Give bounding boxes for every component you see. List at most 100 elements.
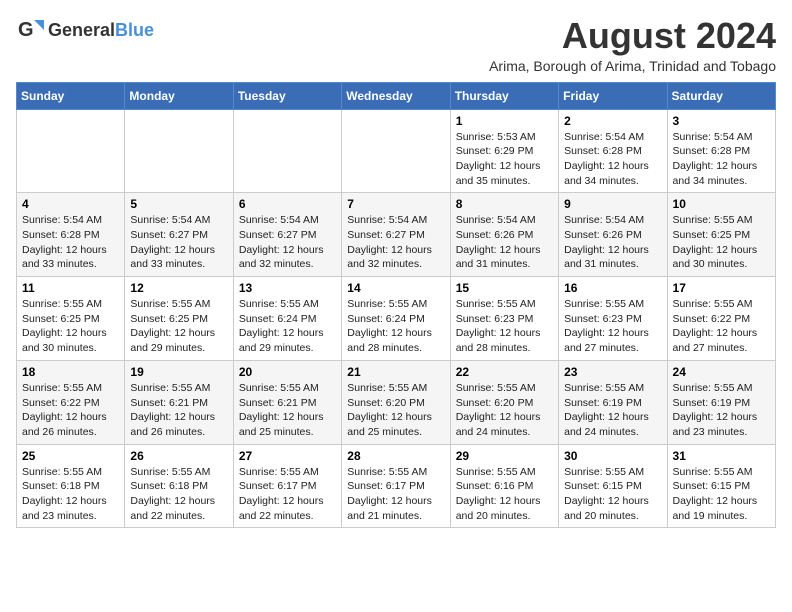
day-content: Sunrise: 5:54 AM Sunset: 6:26 PM Dayligh… <box>456 213 553 272</box>
day-number: 2 <box>564 114 661 128</box>
calendar-cell: 24Sunrise: 5:55 AM Sunset: 6:19 PM Dayli… <box>667 360 775 444</box>
calendar-cell <box>342 109 450 193</box>
day-number: 13 <box>239 281 336 295</box>
title-section: August 2024 Arima, Borough of Arima, Tri… <box>489 16 776 74</box>
day-content: Sunrise: 5:54 AM Sunset: 6:28 PM Dayligh… <box>673 130 770 189</box>
svg-text:G: G <box>18 19 34 41</box>
day-of-week-header: Saturday <box>667 82 775 109</box>
day-content: Sunrise: 5:54 AM Sunset: 6:27 PM Dayligh… <box>347 213 444 272</box>
calendar-cell: 19 Sunrise: 5:55 AM Sunset: 6:21 PM Dayli… <box>125 360 233 444</box>
day-content: Sunrise: 5:55 AM Sunset: 6:15 PM Dayligh… <box>564 465 661 524</box>
day-number: 31 <box>673 449 770 463</box>
day-content: Sunrise: 5:55 AM Sunset: 6:19 PM Dayligh… <box>564 381 661 440</box>
calendar-cell: 7 Sunrise: 5:54 AM Sunset: 6:27 PM Daylig… <box>342 193 450 277</box>
calendar-cell: 4Sunrise: 5:54 AM Sunset: 6:28 PM Daylig… <box>17 193 125 277</box>
calendar-week-row: 11 Sunrise: 5:55 AM Sunset: 6:25 PM Dayli… <box>17 277 776 361</box>
calendar-cell <box>233 109 341 193</box>
calendar-cell: 11 Sunrise: 5:55 AM Sunset: 6:25 PM Dayli… <box>17 277 125 361</box>
logo: G GeneralBlue <box>16 16 154 44</box>
calendar-cell: 26Sunrise: 5:55 AM Sunset: 6:18 PM Dayli… <box>125 444 233 528</box>
calendar-cell <box>17 109 125 193</box>
subtitle: Arima, Borough of Arima, Trinidad and To… <box>489 58 776 74</box>
day-content: Sunrise: 5:55 AM Sunset: 6:20 PM Dayligh… <box>456 381 553 440</box>
day-number: 27 <box>239 449 336 463</box>
day-number: 14 <box>347 281 444 295</box>
day-of-week-header: Sunday <box>17 82 125 109</box>
calendar-cell: 3Sunrise: 5:54 AM Sunset: 6:28 PM Daylig… <box>667 109 775 193</box>
calendar-cell: 14 Sunrise: 5:55 AM Sunset: 6:24 PM Dayli… <box>342 277 450 361</box>
day-number: 25 <box>22 449 119 463</box>
day-number: 8 <box>456 197 553 211</box>
day-number: 17 <box>673 281 770 295</box>
calendar-cell: 27Sunrise: 5:55 AM Sunset: 6:17 PM Dayli… <box>233 444 341 528</box>
calendar-cell: 15 Sunrise: 5:55 AM Sunset: 6:23 PM Dayli… <box>450 277 558 361</box>
calendar-week-row: 18 Sunrise: 5:55 AM Sunset: 6:22 PM Dayli… <box>17 360 776 444</box>
day-number: 28 <box>347 449 444 463</box>
calendar-cell: 30 Sunrise: 5:55 AM Sunset: 6:15 PM Dayli… <box>559 444 667 528</box>
day-content: Sunrise: 5:55 AM Sunset: 6:21 PM Dayligh… <box>239 381 336 440</box>
day-number: 22 <box>456 365 553 379</box>
calendar-cell: 13 Sunrise: 5:55 AM Sunset: 6:24 PM Dayli… <box>233 277 341 361</box>
day-content: Sunrise: 5:55 AM Sunset: 6:15 PM Dayligh… <box>673 465 770 524</box>
calendar-cell: 20 Sunrise: 5:55 AM Sunset: 6:21 PM Dayli… <box>233 360 341 444</box>
logo-general: General <box>48 20 115 40</box>
calendar-week-row: 1 Sunrise: 5:53 AM Sunset: 6:29 PM Daylig… <box>17 109 776 193</box>
day-content: Sunrise: 5:55 AM Sunset: 6:16 PM Dayligh… <box>456 465 553 524</box>
day-content: Sunrise: 5:55 AM Sunset: 6:24 PM Dayligh… <box>239 297 336 356</box>
day-content: Sunrise: 5:55 AM Sunset: 6:23 PM Dayligh… <box>564 297 661 356</box>
day-number: 30 <box>564 449 661 463</box>
day-content: Sunrise: 5:55 AM Sunset: 6:23 PM Dayligh… <box>456 297 553 356</box>
day-number: 21 <box>347 365 444 379</box>
day-number: 7 <box>347 197 444 211</box>
day-number: 12 <box>130 281 227 295</box>
calendar-cell: 17 Sunrise: 5:55 AM Sunset: 6:22 PM Dayli… <box>667 277 775 361</box>
day-number: 11 <box>22 281 119 295</box>
day-content: Sunrise: 5:55 AM Sunset: 6:18 PM Dayligh… <box>130 465 227 524</box>
calendar-cell <box>125 109 233 193</box>
logo-icon: G <box>16 16 44 44</box>
calendar-cell: 22 Sunrise: 5:55 AM Sunset: 6:20 PM Dayli… <box>450 360 558 444</box>
calendar-cell: 9 Sunrise: 5:54 AM Sunset: 6:26 PM Daylig… <box>559 193 667 277</box>
calendar-cell: 8 Sunrise: 5:54 AM Sunset: 6:26 PM Daylig… <box>450 193 558 277</box>
calendar-cell: 31 Sunrise: 5:55 AM Sunset: 6:15 PM Dayli… <box>667 444 775 528</box>
day-of-week-header: Tuesday <box>233 82 341 109</box>
day-content: Sunrise: 5:55 AM Sunset: 6:25 PM Dayligh… <box>673 213 770 272</box>
calendar-cell: 16 Sunrise: 5:55 AM Sunset: 6:23 PM Dayli… <box>559 277 667 361</box>
calendar-cell: 2Sunrise: 5:54 AM Sunset: 6:28 PM Daylig… <box>559 109 667 193</box>
calendar-cell: 21 Sunrise: 5:55 AM Sunset: 6:20 PM Dayli… <box>342 360 450 444</box>
calendar-cell: 18 Sunrise: 5:55 AM Sunset: 6:22 PM Dayli… <box>17 360 125 444</box>
day-number: 1 <box>456 114 553 128</box>
day-number: 19 <box>130 365 227 379</box>
main-title: August 2024 <box>489 16 776 56</box>
day-of-week-header: Monday <box>125 82 233 109</box>
day-number: 18 <box>22 365 119 379</box>
day-content: Sunrise: 5:55 AM Sunset: 6:22 PM Dayligh… <box>673 297 770 356</box>
day-of-week-header: Wednesday <box>342 82 450 109</box>
day-number: 16 <box>564 281 661 295</box>
day-content: Sunrise: 5:55 AM Sunset: 6:18 PM Dayligh… <box>22 465 119 524</box>
day-number: 20 <box>239 365 336 379</box>
day-content: Sunrise: 5:55 AM Sunset: 6:25 PM Dayligh… <box>22 297 119 356</box>
day-content: Sunrise: 5:54 AM Sunset: 6:27 PM Dayligh… <box>130 213 227 272</box>
day-number: 6 <box>239 197 336 211</box>
day-number: 9 <box>564 197 661 211</box>
calendar-week-row: 4Sunrise: 5:54 AM Sunset: 6:28 PM Daylig… <box>17 193 776 277</box>
day-content: Sunrise: 5:55 AM Sunset: 6:20 PM Dayligh… <box>347 381 444 440</box>
day-number: 29 <box>456 449 553 463</box>
day-content: Sunrise: 5:53 AM Sunset: 6:29 PM Dayligh… <box>456 130 553 189</box>
calendar-cell: 25 Sunrise: 5:55 AM Sunset: 6:18 PM Dayli… <box>17 444 125 528</box>
day-number: 15 <box>456 281 553 295</box>
day-content: Sunrise: 5:55 AM Sunset: 6:17 PM Dayligh… <box>347 465 444 524</box>
day-content: Sunrise: 5:55 AM Sunset: 6:22 PM Dayligh… <box>22 381 119 440</box>
day-of-week-header: Thursday <box>450 82 558 109</box>
day-number: 10 <box>673 197 770 211</box>
calendar-week-row: 25 Sunrise: 5:55 AM Sunset: 6:18 PM Dayli… <box>17 444 776 528</box>
day-content: Sunrise: 5:55 AM Sunset: 6:21 PM Dayligh… <box>130 381 227 440</box>
calendar-cell: 23 Sunrise: 5:55 AM Sunset: 6:19 PM Dayli… <box>559 360 667 444</box>
day-number: 23 <box>564 365 661 379</box>
calendar-table: SundayMondayTuesdayWednesdayThursdayFrid… <box>16 82 776 529</box>
calendar-cell: 28 Sunrise: 5:55 AM Sunset: 6:17 PM Dayli… <box>342 444 450 528</box>
logo-blue: Blue <box>115 20 154 40</box>
day-content: Sunrise: 5:55 AM Sunset: 6:24 PM Dayligh… <box>347 297 444 356</box>
day-content: Sunrise: 5:54 AM Sunset: 6:26 PM Dayligh… <box>564 213 661 272</box>
